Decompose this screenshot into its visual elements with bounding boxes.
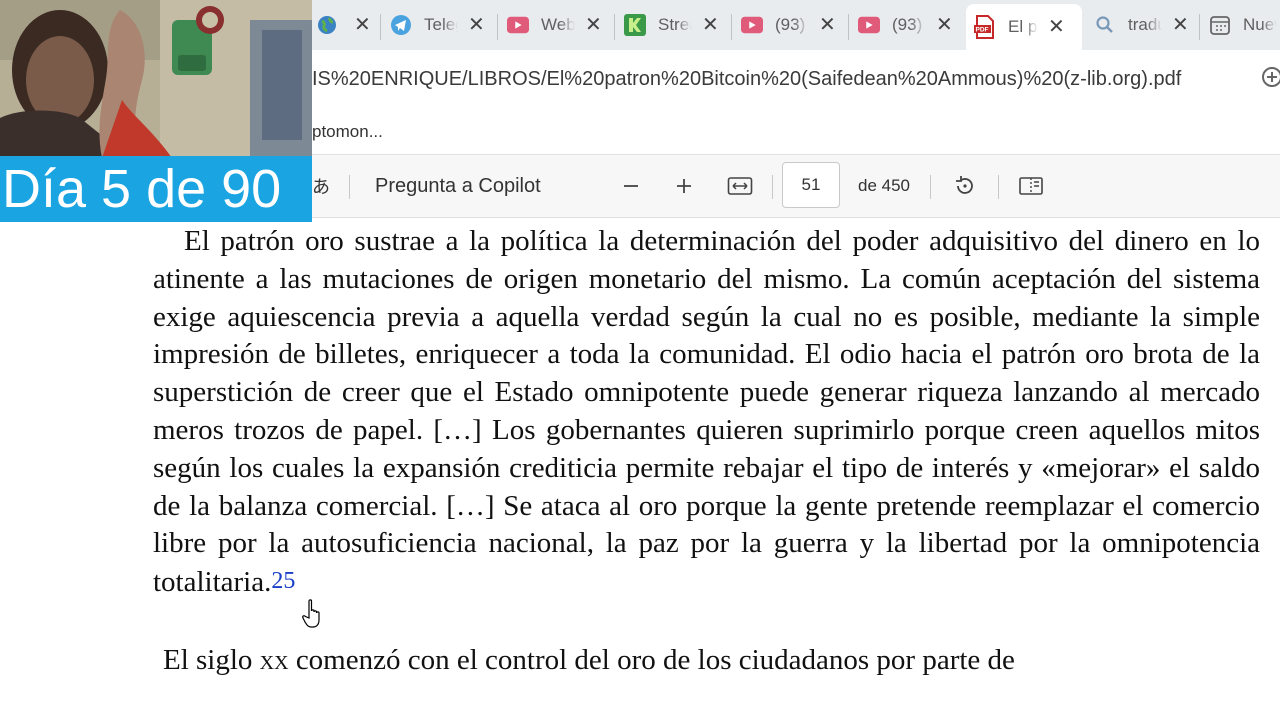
plus-icon: [677, 179, 691, 193]
telegram-icon: [390, 14, 412, 36]
globe-icon: [316, 14, 338, 36]
favorite-item[interactable]: ptomon...: [312, 122, 383, 142]
svg-text:PDF: PDF: [976, 27, 989, 34]
tab-title: (93): [775, 15, 806, 34]
tab-pdf-active[interactable]: PDF El patron ✕: [966, 4, 1082, 50]
paragraph-text: comenzó con el control del oro de los ci…: [288, 643, 1015, 676]
tab-search[interactable]: traductor ✕: [1094, 6, 1189, 44]
two-page-icon: [1019, 177, 1043, 195]
tab-telegram[interactable]: Telegram ✕: [390, 6, 485, 44]
tab-title: Stream: [658, 15, 692, 34]
tab-title: (93): [892, 15, 923, 34]
close-icon[interactable]: ✕: [936, 15, 953, 35]
paragraph: El patrón oro sustrae a la política la d…: [153, 223, 1260, 602]
close-icon[interactable]: ✕: [1048, 17, 1065, 37]
fit-width-icon: [727, 177, 753, 195]
tab-title: Telegram: [424, 15, 458, 34]
tab-new[interactable]: Nueva: [1209, 6, 1277, 44]
rotate-icon: [956, 176, 973, 194]
page-number-input[interactable]: 51: [782, 162, 840, 208]
close-icon[interactable]: ✕: [585, 15, 602, 35]
tab-title: traductor: [1128, 15, 1162, 34]
tab-webtv[interactable]: WebTV ✕: [507, 6, 602, 44]
tab-title: WebTV: [541, 15, 575, 34]
paragraph-text: El patrón oro sustrae a la política la d…: [153, 225, 1260, 599]
footnote-link[interactable]: 25: [271, 568, 295, 594]
webcam-image: [0, 0, 312, 158]
url-text[interactable]: IS%20ENRIQUE/LIBROS/El%20patron%20Bitcoi…: [312, 68, 1181, 91]
hand-cursor-icon: [302, 599, 320, 628]
tab-title: Nueva: [1243, 15, 1277, 34]
minus-icon: [624, 185, 638, 187]
day-counter-banner: Día 5 de 90: [0, 156, 312, 222]
paragraph-text: El siglo: [163, 643, 260, 676]
page-view-button[interactable]: [1016, 171, 1046, 201]
zoom-in-button[interactable]: [669, 171, 699, 201]
read-aloud-icon[interactable]: あ: [312, 173, 330, 199]
ask-copilot-button[interactable]: Pregunta a Copilot: [375, 175, 541, 198]
close-icon[interactable]: ✕: [702, 15, 719, 35]
century-numeral: xx: [259, 643, 289, 676]
tab-youtube-2[interactable]: (93) ✕: [858, 6, 953, 44]
rotate-button[interactable]: [950, 171, 980, 201]
youtube-icon: [741, 14, 763, 36]
close-icon[interactable]: ✕: [354, 15, 371, 35]
tab-youtube-1[interactable]: (93) ✕: [741, 6, 836, 44]
tab-title: El patron: [1008, 17, 1038, 36]
tab-stream[interactable]: Stream ✕: [624, 6, 719, 44]
webcam-overlay: [0, 0, 312, 158]
pdf-icon: PDF: [974, 15, 996, 39]
paragraph: El siglo xx comenzó con el control del o…: [153, 642, 1260, 680]
close-icon[interactable]: ✕: [468, 15, 485, 35]
tab-globe[interactable]: ✕: [316, 6, 371, 44]
fit-width-button[interactable]: [725, 171, 755, 201]
add-tab-icon[interactable]: [1262, 67, 1280, 87]
close-icon[interactable]: ✕: [819, 15, 836, 35]
calendar-icon: [1209, 14, 1231, 36]
youtube-icon: [507, 14, 529, 36]
youtube-icon: [858, 14, 880, 36]
zoom-out-button[interactable]: [616, 171, 646, 201]
search-icon: [1094, 14, 1116, 36]
page-total: de 450: [858, 176, 910, 195]
kick-icon: [624, 14, 646, 36]
close-icon[interactable]: ✕: [1172, 15, 1189, 35]
